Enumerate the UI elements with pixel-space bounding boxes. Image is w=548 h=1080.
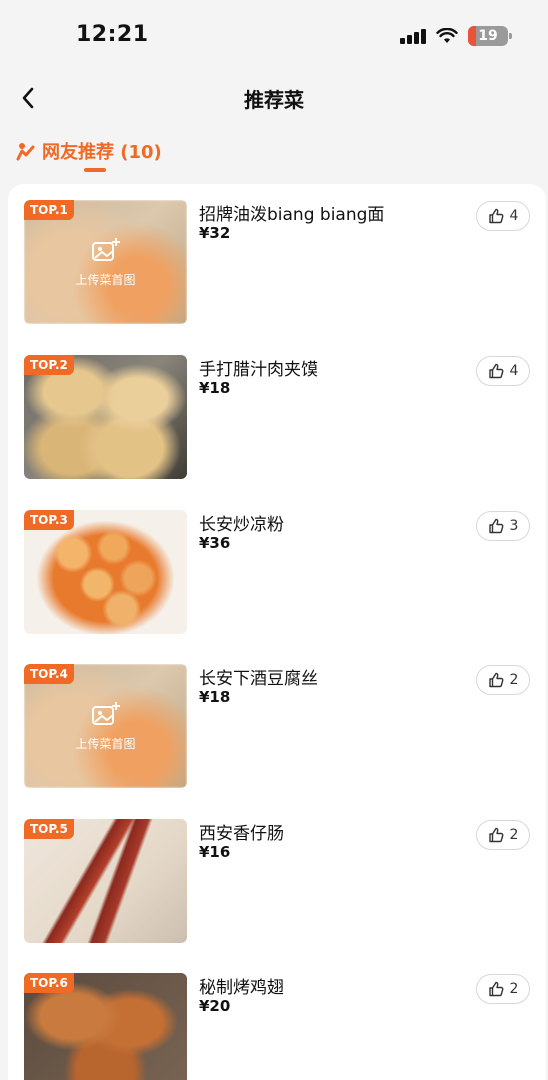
battery-icon: 19 [468, 26, 512, 46]
like-count: 4 [509, 363, 519, 379]
dish-thumbnail[interactable]: TOP.6 [24, 973, 187, 1080]
dish-row[interactable]: TOP.4 上传菜首图 长安下酒豆腐丝 ¥18 2 [8, 648, 546, 788]
battery-level: 19 [478, 28, 498, 44]
upload-label: 上传菜首图 [75, 736, 136, 751]
like-count: 2 [509, 672, 519, 688]
dish-name: 长安炒凉粉 [199, 515, 284, 535]
dish-price: ¥36 [199, 534, 231, 552]
dish-row[interactable]: TOP.5 西安香仔肠 ¥16 2 [8, 803, 546, 943]
upload-label: 上传菜首图 [75, 272, 136, 287]
dish-name: 秘制烤鸡翅 [199, 978, 284, 998]
dish-price: ¥20 [199, 997, 231, 1015]
dish-thumbnail[interactable]: TOP.3 [24, 510, 187, 634]
thumbs-up-icon [488, 827, 503, 843]
dish-row[interactable]: TOP.3 长安炒凉粉 ¥36 3 [8, 494, 546, 634]
dish-price: ¥32 [199, 224, 231, 242]
tab-label: 网友推荐 (10) [42, 142, 162, 163]
thumbs-up-icon [488, 363, 503, 379]
dish-row[interactable]: TOP.6 秘制烤鸡翅 ¥20 2 [8, 957, 546, 1080]
like-button[interactable]: 4 [476, 356, 530, 386]
thumbs-up-icon [488, 981, 503, 997]
like-button[interactable]: 2 [476, 974, 530, 1004]
like-button[interactable]: 2 [476, 820, 530, 850]
like-button[interactable]: 4 [476, 201, 530, 231]
tab-bar: 网友推荐 (10) [16, 138, 162, 178]
dish-list: TOP.1 上传菜首图 招牌油泼biang biang面 ¥32 4 TOP.2… [8, 184, 546, 1080]
rank-badge: TOP.3 [24, 510, 74, 530]
dish-price: ¥16 [199, 843, 231, 861]
status-time: 12:21 [76, 22, 149, 47]
dish-thumbnail[interactable]: TOP.2 [24, 355, 187, 479]
dish-thumbnail[interactable]: TOP.5 [24, 819, 187, 943]
image-add-icon [91, 237, 120, 261]
nav-bar: 推荐菜 [0, 76, 548, 122]
like-button[interactable]: 2 [476, 665, 530, 695]
like-count: 2 [509, 981, 519, 997]
like-button[interactable]: 3 [476, 511, 530, 541]
like-count: 2 [509, 827, 519, 843]
dish-name: 手打腊汁肉夹馍 [199, 360, 318, 380]
dish-price: ¥18 [199, 688, 231, 706]
dish-name: 长安下酒豆腐丝 [199, 669, 318, 689]
dish-row[interactable]: TOP.2 手打腊汁肉夹馍 ¥18 4 [8, 339, 546, 479]
dish-price: ¥18 [199, 379, 231, 397]
wifi-icon [436, 28, 458, 43]
rank-badge: TOP.6 [24, 973, 74, 993]
rank-badge: TOP.5 [24, 819, 74, 839]
image-add-icon [91, 701, 120, 725]
like-count: 3 [509, 518, 519, 534]
rank-badge: TOP.4 [24, 664, 74, 684]
dish-name: 西安香仔肠 [199, 824, 284, 844]
status-bar: 12:21 19 [0, 0, 548, 76]
dish-name: 招牌油泼biang biang面 [199, 205, 385, 225]
tab-netizen-recommend[interactable]: 网友推荐 (10) [16, 138, 162, 164]
tab-active-indicator [84, 168, 106, 172]
rank-badge: TOP.1 [24, 200, 74, 220]
status-icons: 19 [400, 26, 512, 46]
thumbs-up-icon [488, 208, 503, 224]
page-title: 推荐菜 [244, 88, 304, 112]
thumbs-up-icon [488, 672, 503, 688]
rank-badge: TOP.2 [24, 355, 74, 375]
person-thumb-icon [16, 143, 35, 161]
thumbs-up-icon [488, 518, 503, 534]
like-count: 4 [509, 208, 519, 224]
dish-thumbnail[interactable]: TOP.4 上传菜首图 [24, 664, 187, 788]
dish-row[interactable]: TOP.1 上传菜首图 招牌油泼biang biang面 ¥32 4 [8, 184, 546, 324]
cellular-signal-icon [400, 28, 426, 44]
dish-thumbnail[interactable]: TOP.1 上传菜首图 [24, 200, 187, 324]
